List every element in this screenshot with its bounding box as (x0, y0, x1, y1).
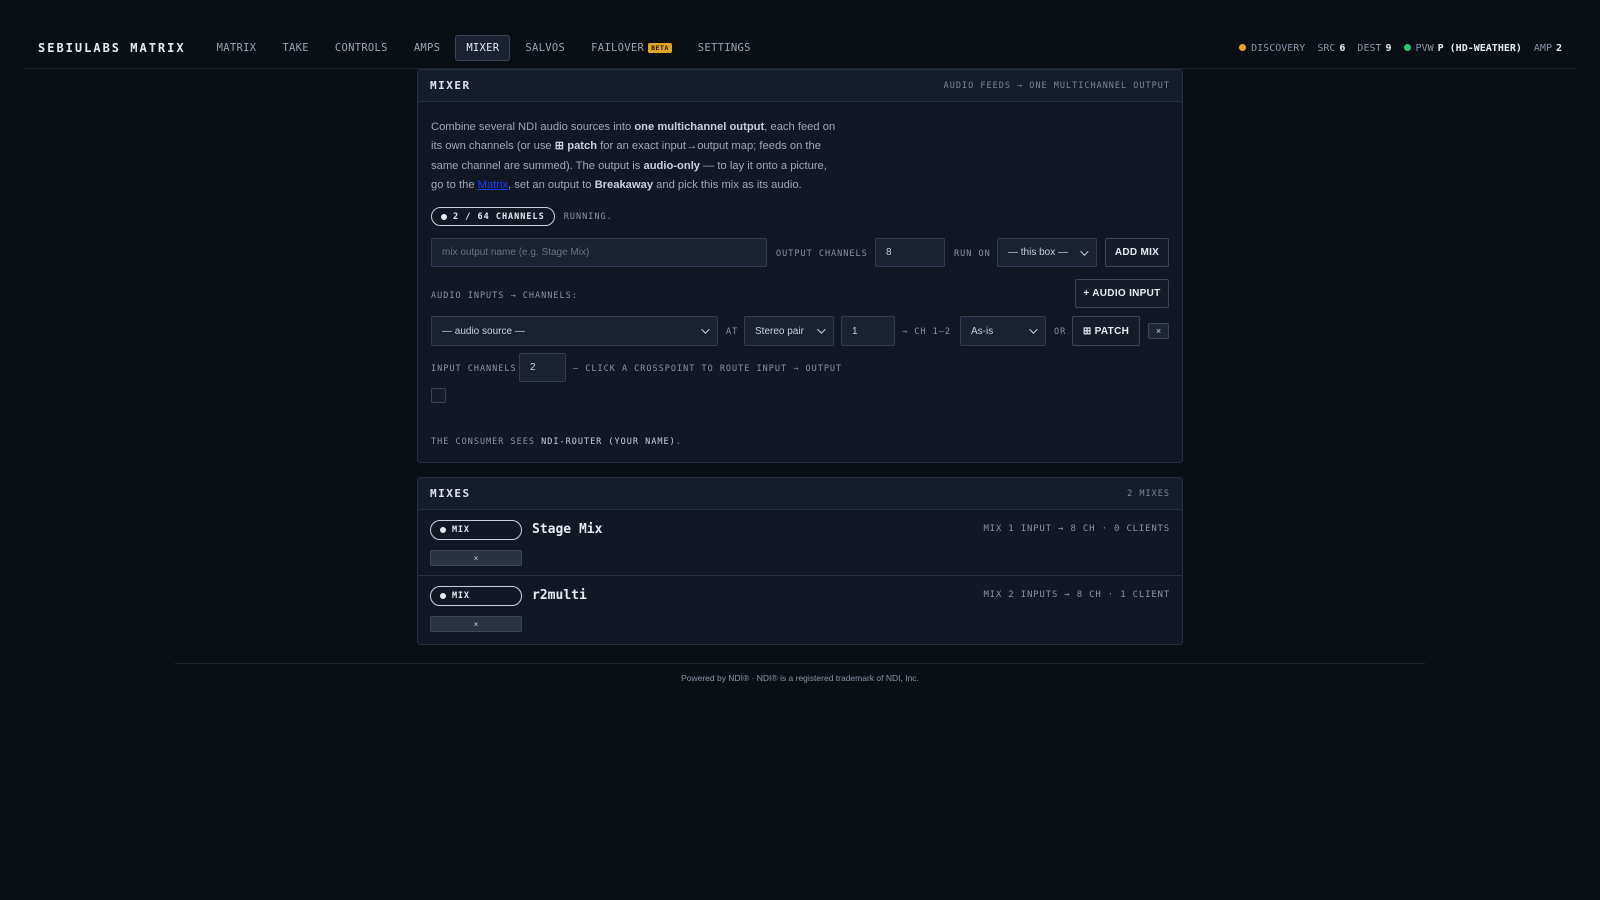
mixer-panel-header: MIXER AUDIO FEEDS → ONE MULTICHANNEL OUT… (418, 70, 1182, 102)
add-audio-input-button[interactable]: + AUDIO INPUT (1075, 279, 1169, 308)
chevron-down-icon (1080, 246, 1089, 256)
channels-pill: 2 / 64 CHANNELS (431, 207, 555, 226)
chevron-down-icon (817, 325, 826, 334)
running-status: RUNNING. (563, 211, 613, 222)
mix-name-input[interactable]: mix output name (e.g. Stage Mix) (431, 238, 767, 267)
start-channel-input[interactable]: 1 (841, 316, 895, 346)
mix-item: MIX Stage Mix MIX 1 INPUT → 8 CH · 0 CLI… (418, 510, 1182, 576)
run-on-label: RUN ON (954, 249, 991, 259)
nav-tab-controls[interactable]: CONTROLS (324, 35, 399, 61)
mix-dot-icon (440, 527, 446, 533)
delete-mix-button[interactable]: × (430, 616, 522, 632)
mixer-panel: MIXER AUDIO FEEDS → ONE MULTICHANNEL OUT… (417, 69, 1183, 463)
output-channels-label: OUTPUT CHANNELS (776, 249, 868, 259)
input-channels-label: INPUT CHANNELS (431, 364, 517, 374)
nav-tab-take[interactable]: TAKE (271, 35, 320, 61)
app-brand: SEBIULABS MATRIX (38, 41, 186, 55)
dest-count: DEST 9 (1357, 42, 1392, 54)
add-mix-button[interactable]: ADD MIX (1105, 238, 1169, 267)
mixer-description: Combine several NDI audio sources into o… (431, 121, 836, 191)
nav-tab-salvos[interactable]: SALVOS (514, 35, 576, 61)
pvw-status: PVW P (HD-WEATHER) (1403, 43, 1522, 54)
nav-tab-failover[interactable]: FAILOVER BETA (580, 35, 683, 61)
mixer-subtitle: AUDIO FEEDS → ONE MULTICHANNEL OUTPUT (943, 80, 1170, 91)
crosspoint-hint: — CLICK A CROSSPOINT TO ROUTE INPUT → OU… (573, 364, 843, 374)
run-on-select[interactable]: — this box — (997, 238, 1097, 267)
nav-tab-failover-label: FAILOVER (591, 42, 645, 54)
mixer-title: MIXER (430, 79, 471, 92)
mixes-title: MIXES (430, 487, 471, 500)
mixes-panel-header: MIXES 2 MIXES (418, 478, 1182, 510)
nav-tab-mixer[interactable]: MIXER (455, 35, 511, 61)
output-channels-input[interactable]: 8 (875, 238, 945, 267)
or-label: OR (1054, 327, 1067, 337)
mix-tag: MIX (430, 520, 522, 540)
mixes-count: 2 MIXES (1127, 488, 1170, 499)
main-nav: MATRIX TAKE CONTROLS AMPS MIXER SALVOS F… (206, 35, 766, 61)
mix-tag: MIX (430, 586, 522, 606)
input-channels-input[interactable]: 2 (519, 353, 566, 382)
channels-dot-icon (441, 213, 447, 220)
mix-item: MIX r2multi MIX 2 INPUTS → 8 CH · 1 CLIE… (418, 576, 1182, 642)
mix-meta: MIX 2 INPUTS → 8 CH · 1 CLIENT (983, 590, 1170, 600)
delete-mix-button[interactable]: × (430, 550, 522, 566)
mix-name: Stage Mix (532, 522, 603, 537)
amp-count: AMP 2 (1533, 42, 1562, 54)
mixes-panel: MIXES 2 MIXES MIX Stage Mix MIX 1 INPUT … (417, 477, 1183, 645)
matrix-link[interactable]: Matrix (478, 179, 508, 191)
mix-dot-icon (440, 593, 446, 599)
mixes-list: MIX Stage Mix MIX 1 INPUT → 8 CH · 0 CLI… (418, 510, 1182, 644)
beta-badge: BETA (648, 43, 672, 53)
mix-meta: MIX 1 INPUT → 8 CH · 0 CLIENTS (983, 524, 1170, 534)
mix-name: r2multi (532, 588, 587, 603)
consumer-note: THE CONSUMER SEES NDI-ROUTER (YOUR NAME)… (431, 437, 682, 447)
channel-status: 2 / 64 CHANNELS RUNNING. (431, 207, 613, 226)
at-label: AT (726, 327, 739, 337)
chevron-down-icon (701, 325, 710, 334)
src-count: SRC 6 (1317, 42, 1346, 54)
nav-tab-amps[interactable]: AMPS (403, 35, 452, 61)
channel-mode-select[interactable]: Stereo pair (744, 316, 834, 346)
chevron-down-icon (1029, 325, 1038, 334)
footer-text: Powered by NDI® · NDI® is a registered t… (681, 673, 919, 683)
audio-inputs-label: AUDIO INPUTS → CHANNELS: (431, 291, 578, 301)
nav-tab-settings[interactable]: SETTINGS (687, 35, 762, 61)
nav-tab-matrix[interactable]: MATRIX (206, 35, 268, 61)
top-nav-bar: SEBIULABS MATRIX MATRIX TAKE CONTROLS AM… (24, 28, 1576, 69)
discovery-status: DISCOVERY (1239, 43, 1305, 54)
remove-input-button[interactable]: × (1148, 323, 1169, 339)
pvw-dot-icon (1403, 44, 1411, 51)
channel-range-label: → CH 1–2 (902, 327, 951, 337)
audio-source-select[interactable]: — audio source — (431, 316, 718, 346)
patch-button[interactable]: ⊞ PATCH (1072, 316, 1140, 346)
footer-divider (175, 663, 1425, 664)
gain-select[interactable]: As-is (960, 316, 1046, 346)
status-bar: DISCOVERY SRC 6 DEST 9 PVW P (HD-WEATHER) A… (1239, 43, 1562, 54)
discovery-dot-icon (1239, 44, 1247, 51)
crosspoint-cell[interactable] (431, 388, 446, 403)
